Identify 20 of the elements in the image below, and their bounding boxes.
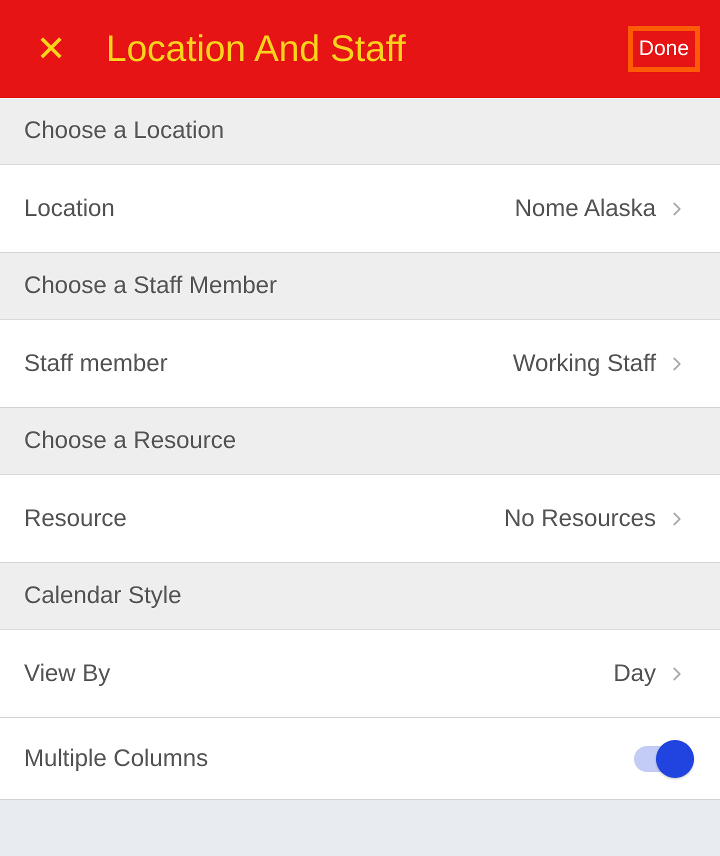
section-header: Choose a Staff Member [0, 253, 720, 320]
settings-row[interactable]: Resource No Resources [0, 475, 720, 563]
row-label: Staff member [24, 350, 169, 378]
screen-title: Location And Staff [106, 28, 407, 70]
done-button[interactable]: Done [628, 26, 700, 72]
settings-row[interactable]: View By Day [0, 630, 720, 718]
row-value: Day [613, 660, 656, 688]
section-header: Choose a Resource [0, 408, 720, 475]
row-label: Location [24, 194, 116, 222]
section-header: Calendar Style [0, 563, 720, 630]
row-value: Nome Alaska [514, 194, 656, 222]
settings-row[interactable]: Staff member Working Staff [0, 320, 720, 408]
row-value: Working Staff [512, 350, 656, 378]
row-label: Multiple Columns [24, 744, 210, 772]
toggle-switch[interactable] [632, 738, 696, 780]
settings-row[interactable]: Location Nome Alaska [0, 165, 720, 253]
row-value: No Resources [504, 504, 656, 532]
section-header: Choose a Location [0, 98, 720, 165]
row-label: View By [24, 660, 112, 688]
row-label: Resource [24, 504, 128, 532]
